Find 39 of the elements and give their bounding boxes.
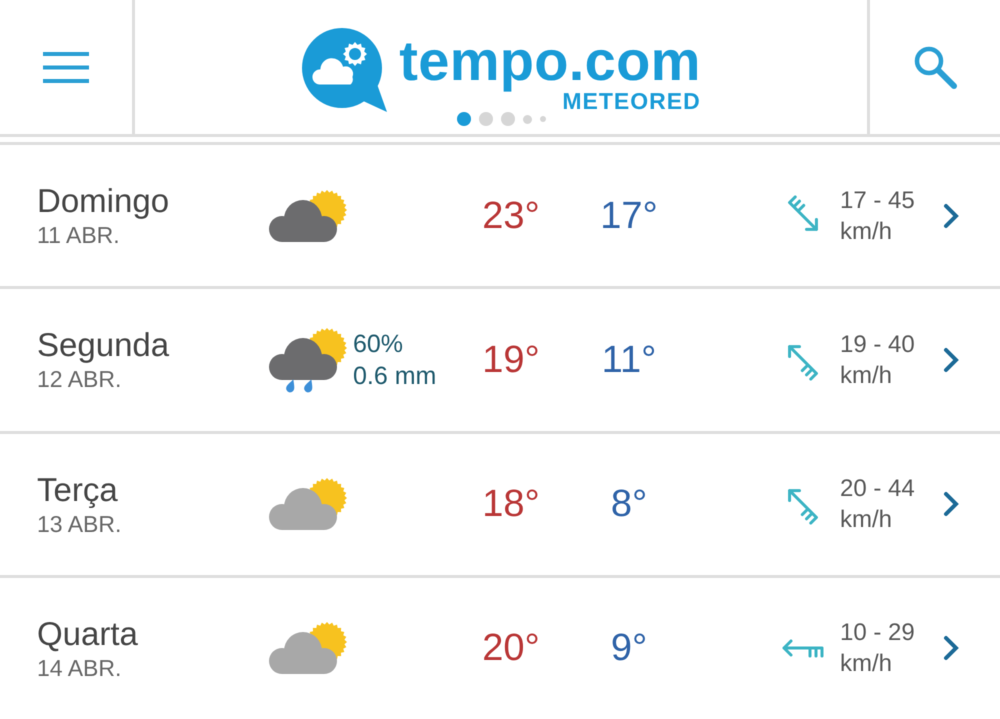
min-temperature: 8° xyxy=(610,482,648,526)
max-temperature: 19° xyxy=(482,338,540,382)
logo-tagline: METEORED xyxy=(562,92,701,110)
max-temperature: 23° xyxy=(482,194,540,238)
max-temperature: 18° xyxy=(482,482,540,526)
day-name: Terça xyxy=(37,470,118,509)
chevron-right-icon xyxy=(943,202,959,229)
rain-amount: 0.6 mm xyxy=(353,360,436,392)
wind-speed: 20 - 44 xyxy=(840,474,915,504)
rain-chance: 60% xyxy=(353,328,404,360)
max-temperature: 20° xyxy=(482,626,540,670)
min-temperature: 11° xyxy=(602,338,656,382)
day-name: Quarta xyxy=(37,614,138,653)
day-date: 13 ABR. xyxy=(37,510,122,538)
wind-unit: km/h xyxy=(840,216,892,247)
day-name: Domingo xyxy=(37,182,170,220)
day-name: Segunda xyxy=(37,326,170,364)
chevron-right-icon xyxy=(943,491,959,518)
logo-icon xyxy=(301,28,390,112)
search-icon xyxy=(913,45,957,89)
menu-icon xyxy=(43,52,89,82)
chevron-right-icon xyxy=(943,346,959,373)
wind-speed: 17 - 45 xyxy=(840,186,915,216)
chevron-right-icon xyxy=(943,635,959,662)
wind-unit: km/h xyxy=(840,649,892,680)
day-row[interactable]: Quarta 14 ABR. 20° 9° 10 - 29 km/h xyxy=(0,578,1000,719)
day-row[interactable]: Segunda 12 ABR. 60% 0.6 mm 19° 11° 19 - 40 km/h xyxy=(0,289,1000,434)
wind-unit: km/h xyxy=(840,505,892,536)
logo-wordmark: tempo.com xyxy=(399,30,701,92)
wind-speed: 10 - 29 xyxy=(840,618,915,648)
min-temperature: 17° xyxy=(600,194,658,238)
wind-speed: 19 - 40 xyxy=(840,330,915,360)
wind-unit: km/h xyxy=(840,360,892,391)
day-row[interactable]: Terça 13 ABR. 18° 8° 20 - 44 km/h xyxy=(0,434,1000,578)
day-date: 11 ABR. xyxy=(37,222,120,250)
day-row[interactable]: Domingo 11 ABR. 23° 17° 17 - 45 km/h xyxy=(0,145,1000,290)
day-date: 14 ABR. xyxy=(37,654,122,682)
day-date: 12 ABR. xyxy=(37,366,122,394)
min-temperature: 9° xyxy=(610,626,648,670)
